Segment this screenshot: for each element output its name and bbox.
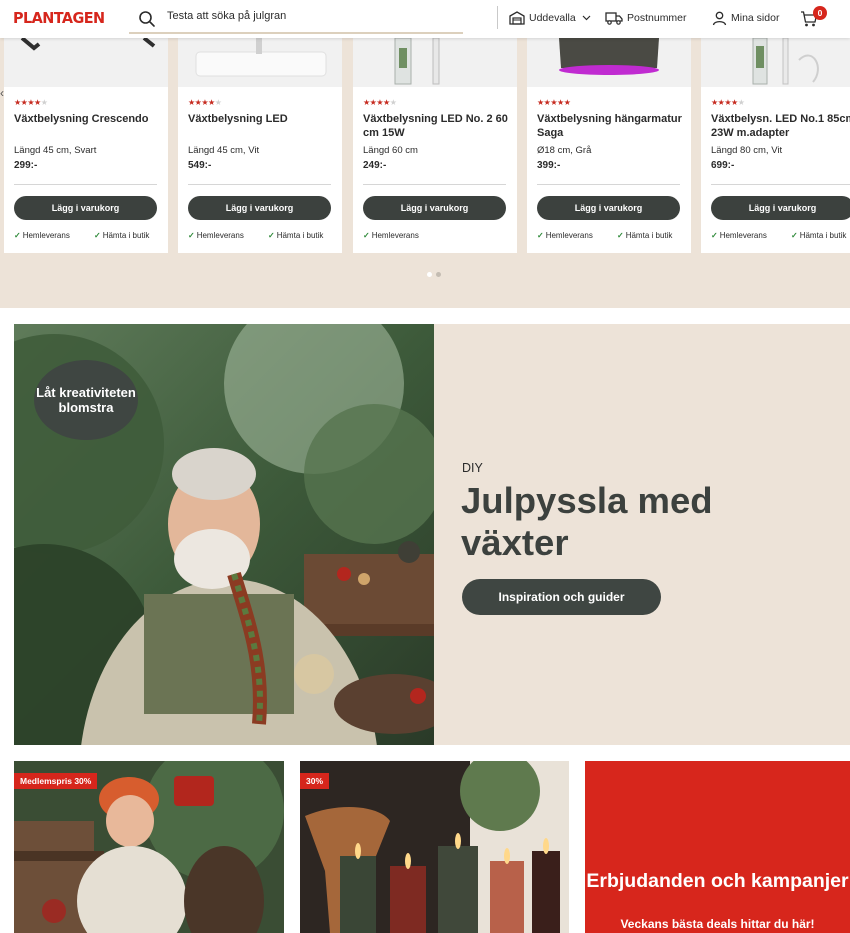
delivery-pickup: ✓ Hämta i butik xyxy=(791,231,847,240)
hero-badge: Låt kreativiteten blomstra xyxy=(34,360,138,440)
postal-code-button[interactable]: Postnummer xyxy=(605,9,687,27)
rating-stars: ★★★★★ xyxy=(188,98,222,107)
product-name[interactable]: Växtbelysning LED xyxy=(188,112,336,126)
carousel-dot[interactable] xyxy=(427,272,432,277)
product-name[interactable]: Växtbelysning Crescendo xyxy=(14,112,162,126)
product-spec: Längd 45 cm, Vit xyxy=(188,145,260,156)
search-bar[interactable] xyxy=(129,3,463,34)
discount-tag: 30% xyxy=(300,773,330,789)
product-card[interactable]: ★★★★★ Växtbelysning LED Längd 45 cm, Vit… xyxy=(178,38,342,253)
plantagen-logo[interactable]: PLANTAGEN xyxy=(13,9,105,27)
search-input[interactable] xyxy=(167,10,447,22)
product-card[interactable]: ★★★★★ Växtbelysn. LED No.1 85cm 23W m.ad… xyxy=(701,38,850,253)
product-spec: Längd 60 cm xyxy=(363,145,418,156)
product-price: 249:- xyxy=(363,160,387,171)
divider xyxy=(711,184,850,185)
product-price: 299:- xyxy=(14,160,38,171)
promo-tile-candles[interactable]: 30% xyxy=(300,761,569,933)
product-image[interactable] xyxy=(701,38,850,87)
product-image[interactable] xyxy=(4,38,168,87)
check-icon: ✓ xyxy=(363,231,370,240)
account-label: Mina sidor xyxy=(731,12,780,24)
product-price: 699:- xyxy=(711,160,735,171)
add-to-cart-button[interactable]: Lägg i varukorg xyxy=(711,196,850,220)
divider xyxy=(14,184,157,185)
carousel-pagination xyxy=(427,272,441,277)
site-header: PLANTAGEN Uddevalla Postnummer xyxy=(0,0,850,38)
delivery-pickup: ✓ Hämta i butik xyxy=(268,231,324,240)
delivery-home: ✓ Hemleverans xyxy=(363,231,419,240)
delivery-pickup: ✓ Hämta i butik xyxy=(94,231,150,240)
product-card[interactable]: ★★★★★ Växtbelysning Crescendo Längd 45 c… xyxy=(4,38,168,253)
add-to-cart-button[interactable]: Lägg i varukorg xyxy=(537,196,680,220)
cart-count-badge: 0 xyxy=(813,6,827,20)
promo-tile-member-price[interactable]: Medlemspris 30% xyxy=(14,761,284,933)
check-icon: ✓ xyxy=(711,231,718,240)
cart-button[interactable]: 0 xyxy=(800,6,828,30)
divider xyxy=(537,184,680,185)
product-price: 399:- xyxy=(537,160,561,171)
hero-banner: Låt kreativiteten blomstra DIY Julpyssla… xyxy=(14,324,850,745)
check-icon: ✓ xyxy=(791,231,798,240)
product-spec: Ø18 cm, Grå xyxy=(537,145,592,156)
delivery-home: ✓ Hemleverans xyxy=(537,231,593,240)
divider xyxy=(188,184,331,185)
product-name[interactable]: Växtbelysn. LED No.1 85cm 23W m.adapter xyxy=(711,112,850,140)
hero-image[interactable]: Låt kreativiteten blomstra xyxy=(14,324,434,745)
add-to-cart-button[interactable]: Lägg i varukorg xyxy=(188,196,331,220)
add-to-cart-button[interactable]: Lägg i varukorg xyxy=(14,196,157,220)
delivery-home: ✓ Hemleverans xyxy=(188,231,244,240)
check-icon: ✓ xyxy=(268,231,275,240)
product-image[interactable] xyxy=(178,38,342,87)
add-to-cart-button[interactable]: Lägg i varukorg xyxy=(363,196,506,220)
search-icon xyxy=(139,11,155,27)
discount-tag: Medlemspris 30% xyxy=(14,773,98,789)
store-icon xyxy=(509,11,525,25)
product-price: 549:- xyxy=(188,160,212,171)
truck-icon xyxy=(605,12,623,25)
rating-stars: ★★★★★ xyxy=(14,98,48,107)
delivery-home: ✓ Hemleverans xyxy=(711,231,767,240)
check-icon: ✓ xyxy=(537,231,544,240)
product-spec: Längd 80 cm, Vit xyxy=(711,145,783,156)
postal-label: Postnummer xyxy=(627,12,687,24)
store-selector[interactable]: Uddevalla xyxy=(509,9,591,27)
check-icon: ✓ xyxy=(14,231,21,240)
store-name: Uddevalla xyxy=(529,12,576,24)
delivery-pickup: ✓ Hämta i butik xyxy=(617,231,673,240)
offers-title: Erbjudanden och kampanjer xyxy=(586,870,849,892)
check-icon: ✓ xyxy=(94,231,101,240)
carousel-prev-arrow-icon[interactable]: ‹ xyxy=(0,86,4,100)
check-icon: ✓ xyxy=(188,231,195,240)
header-divider xyxy=(497,6,498,29)
inspiration-guides-button[interactable]: Inspiration och guider xyxy=(462,579,661,615)
hero-kicker: DIY xyxy=(462,461,483,475)
product-name[interactable]: Växtbelysning hängarmatur Saga xyxy=(537,112,685,140)
carousel-dot[interactable] xyxy=(436,272,441,277)
rating-stars: ★★★★★ xyxy=(711,98,745,107)
check-icon: ✓ xyxy=(617,231,624,240)
user-icon xyxy=(712,11,727,25)
chevron-down-icon xyxy=(582,15,591,21)
delivery-home: ✓ Hemleverans xyxy=(14,231,70,240)
rating-stars: ★★★★★ xyxy=(537,98,571,107)
product-carousel: ★★★★★ Växtbelysning Crescendo Längd 45 c… xyxy=(0,38,850,308)
divider xyxy=(363,184,506,185)
product-image[interactable] xyxy=(353,38,517,87)
my-pages-link[interactable]: Mina sidor xyxy=(712,9,779,27)
product-card[interactable]: ★★★★★ Växtbelysning LED No. 2 60 cm 15W … xyxy=(353,38,517,253)
offers-subtitle: Veckans bästa deals hittar du här! xyxy=(620,917,815,931)
product-spec: Längd 45 cm, Svart xyxy=(14,145,97,156)
product-name[interactable]: Växtbelysning LED No. 2 60 cm 15W xyxy=(363,112,511,140)
hero-title: Julpyssla med växter xyxy=(461,480,713,563)
offers-campaigns-tile[interactable]: Erbjudanden och kampanjer Veckans bästa … xyxy=(585,761,850,933)
product-card[interactable]: ★★★★★ Växtbelysning hängarmatur Saga Ø18… xyxy=(527,38,691,253)
product-image[interactable] xyxy=(527,38,691,87)
rating-stars: ★★★★★ xyxy=(363,98,397,107)
